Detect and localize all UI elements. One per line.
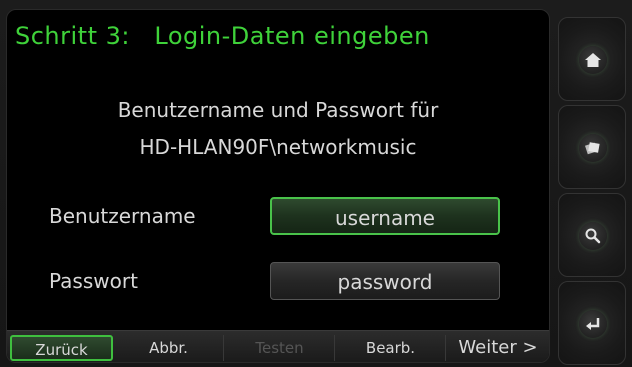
enter-icon — [579, 310, 607, 338]
prompt-line-1: Benutzername und Passwort für — [117, 98, 439, 122]
browse-icon — [579, 134, 607, 162]
screen: Schritt 3: Login-Daten eingeben Benutzer… — [0, 0, 632, 367]
page-title: Schritt 3: Login-Daten eingeben — [15, 22, 430, 50]
search-button[interactable] — [558, 193, 626, 277]
prompt-line-2: HD-HLAN90F\networkmusic — [139, 135, 417, 159]
edit-button[interactable]: Bearb. — [336, 335, 446, 361]
password-field[interactable]: password — [270, 262, 500, 300]
home-button[interactable] — [558, 17, 626, 101]
browse-button[interactable] — [558, 105, 626, 189]
abort-button[interactable]: Abbr. — [114, 335, 224, 361]
username-field[interactable]: username — [270, 197, 500, 235]
username-label: Benutzername — [49, 204, 196, 228]
search-icon — [579, 222, 607, 250]
next-button[interactable]: Weiter > — [447, 335, 549, 361]
main-panel: Schritt 3: Login-Daten eingeben Benutzer… — [6, 9, 550, 363]
back-button[interactable]: Zurück — [10, 335, 113, 361]
test-button[interactable]: Testen — [225, 335, 335, 361]
prompt-text: Benutzername und Passwort für HD-HLAN90F… — [7, 92, 549, 166]
enter-button[interactable] — [558, 281, 626, 365]
bottom-bar: Zurück Abbr. Testen Bearb. Weiter > — [7, 330, 549, 362]
home-icon — [579, 46, 607, 74]
password-label: Passwort — [49, 269, 138, 293]
